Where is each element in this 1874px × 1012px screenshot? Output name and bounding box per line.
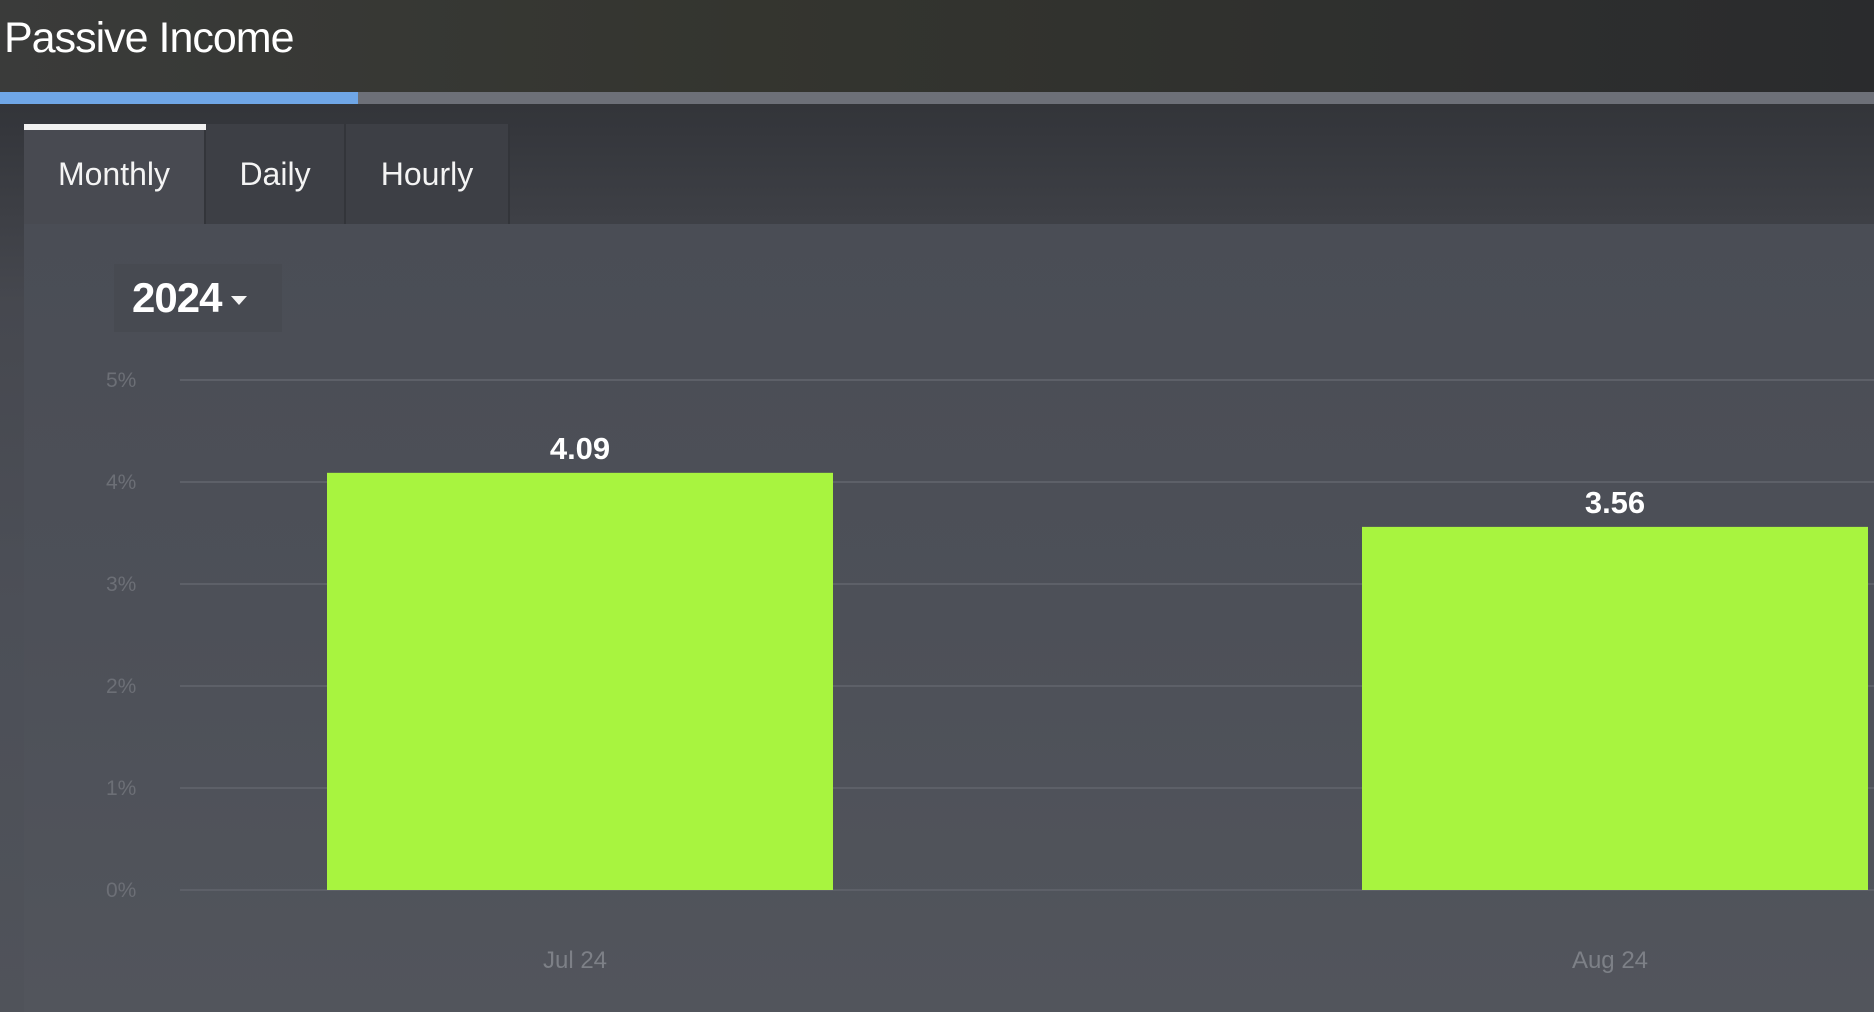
y-tick-label: 1% xyxy=(106,777,136,800)
y-tick-label: 4% xyxy=(106,471,136,494)
data-label: 4.09 xyxy=(550,431,610,466)
bar xyxy=(327,472,833,890)
y-tick-label: 2% xyxy=(106,675,136,698)
y-tick-label: 3% xyxy=(106,573,136,596)
bar-chart: 0% 1% 2% 3% 4% 5% 4.09 Jul 24 3.56 Aug 24 xyxy=(106,369,1874,974)
passive-income-app: Passive Income Monthly Daily Hourly 2024… xyxy=(0,0,1874,1012)
y-tick-label: 5% xyxy=(106,369,136,392)
y-tick-label: 0% xyxy=(106,879,136,902)
bar xyxy=(1362,526,1868,890)
x-tick-label: Jul 24 xyxy=(543,947,607,974)
data-label: 3.56 xyxy=(1585,485,1645,520)
x-tick-label: Aug 24 xyxy=(1572,947,1648,974)
